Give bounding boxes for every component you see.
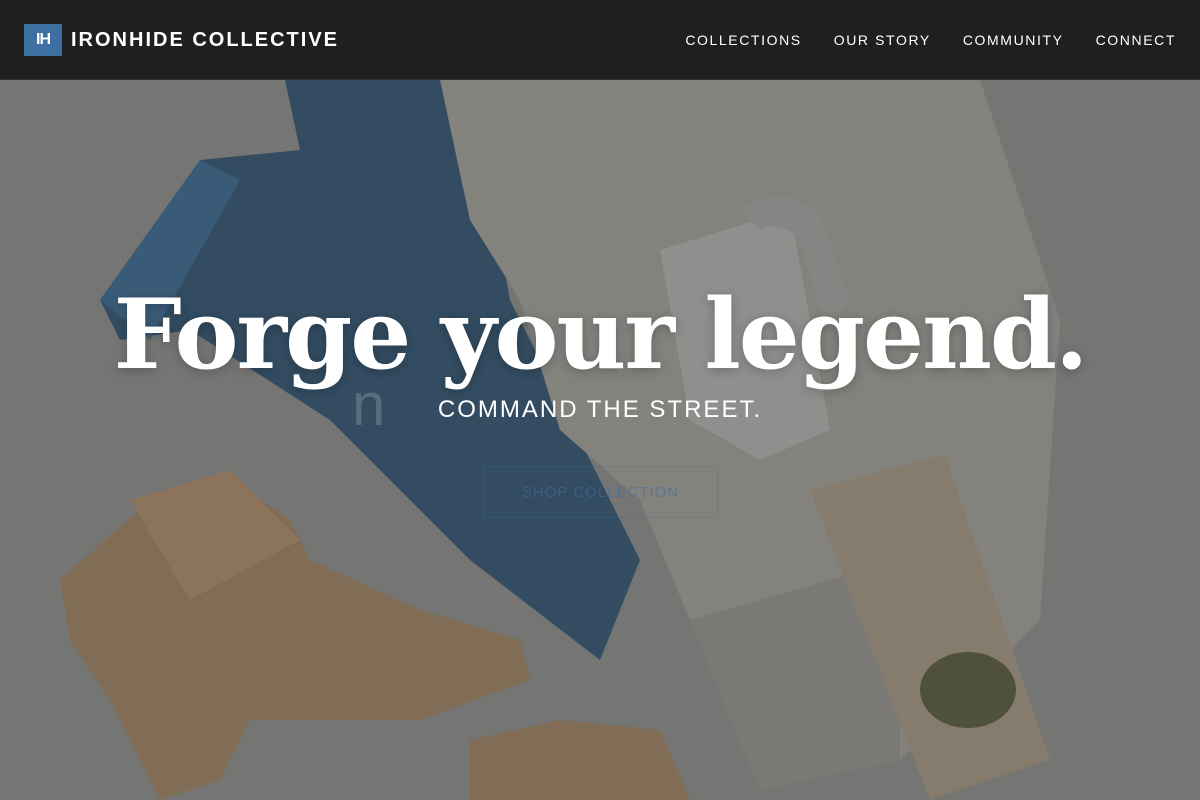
shop-collection-button[interactable]: SHOP COLLECTION — [483, 466, 718, 518]
nav-our-story[interactable]: OUR STORY — [834, 32, 931, 48]
hero-subheadline: COMMAND THE STREET. — [437, 396, 763, 423]
brand-logo-link[interactable]: IH IRONHIDE COLLECTIVE — [24, 24, 339, 56]
brand-name: IRONHIDE COLLECTIVE — [71, 28, 340, 51]
hero-headline: Forge your legend. — [113, 278, 1089, 391]
nav-collections[interactable]: COLLECTIONS — [685, 32, 801, 48]
main-nav: COLLECTIONS OUR STORY COMMUNITY CONNECT — [685, 0, 1176, 80]
nav-community[interactable]: COMMUNITY — [963, 32, 1064, 48]
hero-content: Forge your legend. COMMAND THE STREET. — [0, 270, 1200, 424]
site-header: IH IRONHIDE COLLECTIVE COLLECTIONS OUR S… — [0, 0, 1200, 80]
logo-badge: IH — [24, 24, 62, 56]
nav-connect[interactable]: CONNECT — [1096, 32, 1176, 48]
